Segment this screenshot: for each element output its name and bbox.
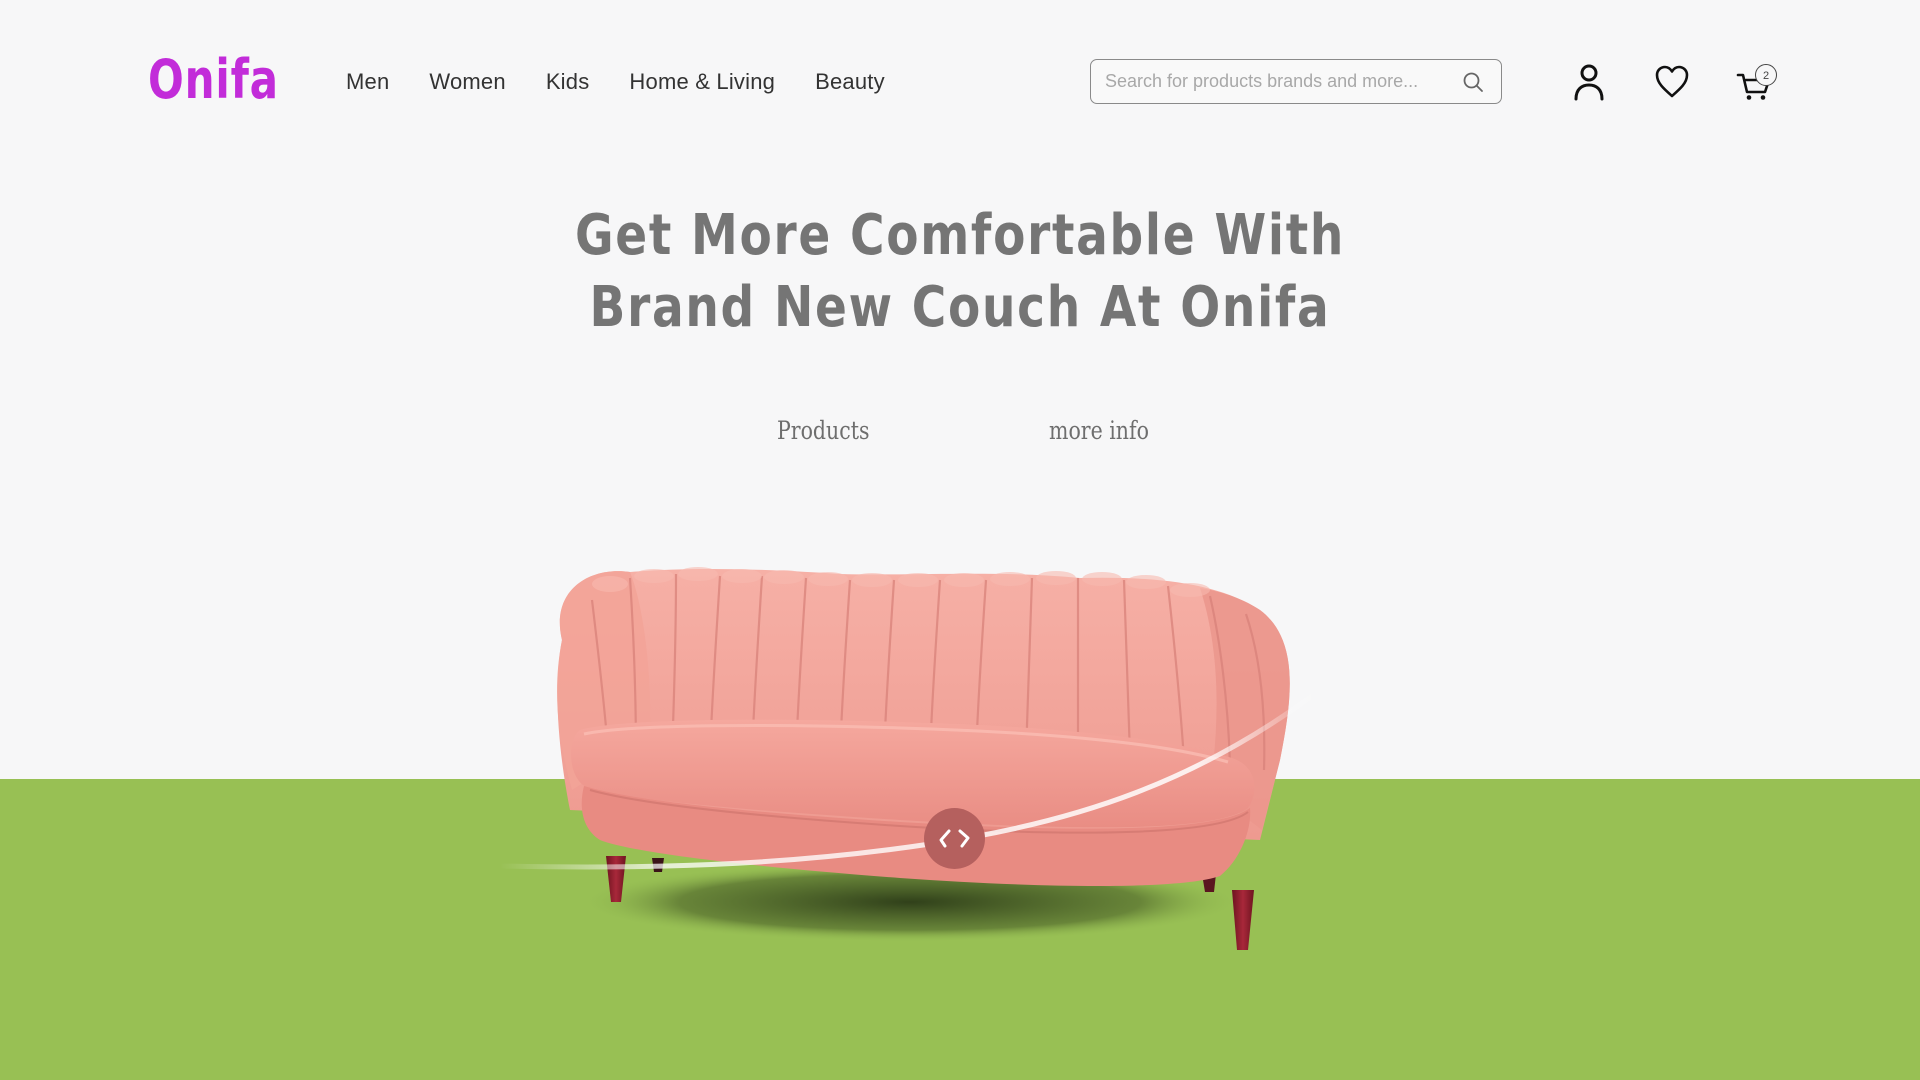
nav-item-beauty[interactable]: Beauty <box>815 69 885 95</box>
search-box <box>1090 59 1502 104</box>
heart-icon[interactable] <box>1654 62 1690 102</box>
more-info-link[interactable]: more info <box>1049 416 1149 445</box>
chevrons-icon <box>939 829 970 848</box>
brand-logo[interactable]: Onifa <box>148 44 279 116</box>
sofa-image <box>497 567 1323 950</box>
search-input[interactable] <box>1105 60 1445 103</box>
cart-count-badge: 2 <box>1755 64 1777 86</box>
nav-item-kids[interactable]: Kids <box>546 69 590 95</box>
products-link[interactable]: Products <box>777 416 870 445</box>
search-icon[interactable] <box>1461 70 1485 94</box>
nav-item-home-living[interactable]: Home & Living <box>629 69 775 95</box>
nav-item-men[interactable]: Men <box>346 69 389 95</box>
nav-item-women[interactable]: Women <box>429 69 505 95</box>
slider-arrows-button[interactable] <box>924 808 985 869</box>
hero-title-line-1: Get More Comfortable With <box>574 203 1346 268</box>
user-icon[interactable] <box>1571 62 1607 102</box>
hero-title: Get More Comfortable With Brand New Couc… <box>540 200 1380 344</box>
main-nav: Men Women Kids Home & Living Beauty <box>346 66 925 98</box>
hero-title-line-2: Brand New Couch At Onifa <box>589 275 1331 340</box>
